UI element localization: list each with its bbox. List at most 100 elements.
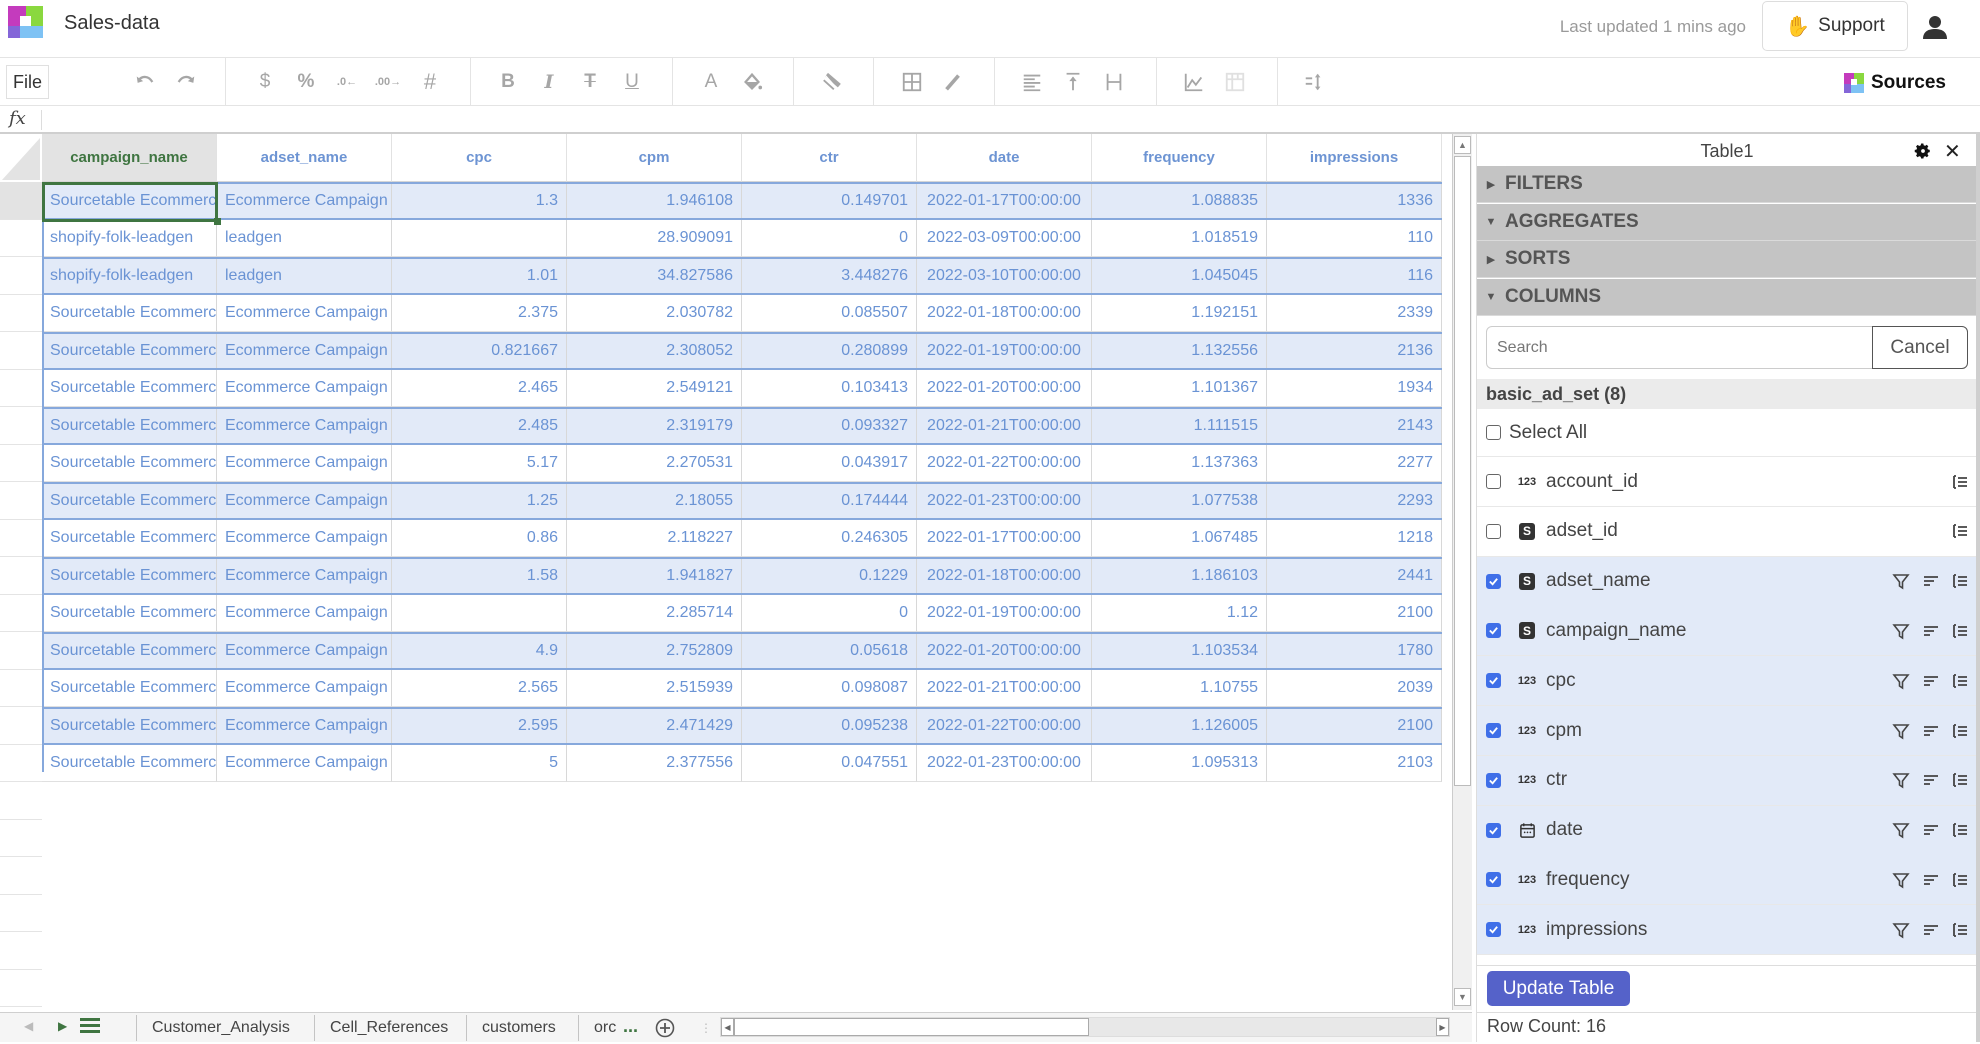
cell-adset-name[interactable]: Ecommerce Campaign (217, 184, 392, 218)
sort-lines-icon[interactable] (1922, 572, 1940, 590)
cell-frequency[interactable]: 1.045045 (1092, 259, 1267, 293)
column-checkbox[interactable] (1486, 822, 1501, 838)
column-checkbox[interactable] (1486, 523, 1501, 539)
cell-cpm[interactable]: 1.946108 (567, 184, 742, 218)
row-header[interactable] (0, 932, 42, 970)
vertical-scroll-thumb[interactable] (1454, 156, 1471, 786)
horizontal-scrollbar[interactable]: ◀ ▶ (720, 1017, 1450, 1037)
column-header-date[interactable]: date (917, 134, 1092, 182)
cell-frequency[interactable]: 1.186103 (1092, 559, 1267, 593)
cell-date[interactable]: 2022-03-09T00:00:00 (917, 219, 1092, 257)
row-header[interactable] (0, 257, 42, 295)
cell-ctr[interactable]: 0.149701 (742, 184, 917, 218)
column-details-icon[interactable] (1951, 622, 1969, 640)
cancel-search-button[interactable]: Cancel (1872, 326, 1968, 369)
cell-cpm[interactable]: 2.18055 (567, 484, 742, 518)
column-details-icon[interactable] (1951, 921, 1969, 939)
vertical-scrollbar[interactable]: ▲ ▼ (1452, 134, 1472, 1010)
cell-adset-name[interactable]: leadgen (217, 219, 392, 257)
increase-decimal-icon[interactable]: .00→ (374, 68, 402, 96)
cell-cpc[interactable]: 1.58 (392, 559, 567, 593)
cell-impressions[interactable]: 2103 (1267, 744, 1442, 782)
filter-icon[interactable] (1892, 821, 1910, 839)
cell-ctr[interactable]: 0.174444 (742, 484, 917, 518)
cell-impressions[interactable]: 1336 (1267, 184, 1442, 218)
cell-impressions[interactable]: 2136 (1267, 334, 1442, 368)
cell-ctr[interactable]: 0.095238 (742, 709, 917, 743)
cell-campaign-name[interactable]: Sourcetable Ecommerce (42, 334, 217, 368)
cell-ctr[interactable]: 0.05618 (742, 634, 917, 668)
prev-sheet-icon[interactable]: ◀ (24, 1019, 33, 1033)
row-header[interactable] (0, 819, 42, 857)
cell-adset-name[interactable]: Ecommerce Campaign (217, 294, 392, 332)
scroll-down-button[interactable]: ▼ (1454, 988, 1471, 1006)
column-search-input[interactable] (1487, 327, 1871, 368)
cell-date[interactable]: 2022-01-23T00:00:00 (917, 484, 1092, 518)
cell-impressions[interactable]: 2100 (1267, 709, 1442, 743)
filter-icon[interactable] (1892, 572, 1910, 590)
add-sheet-icon[interactable] (654, 1017, 676, 1039)
cell-campaign-name[interactable]: Sourcetable Ecommerce (42, 559, 217, 593)
cell-cpm[interactable]: 2.270531 (567, 444, 742, 482)
cell-impressions[interactable]: 2293 (1267, 484, 1442, 518)
cell-impressions[interactable]: 2277 (1267, 444, 1442, 482)
column-item-adset-name[interactable]: Sadset_name (1477, 556, 1977, 607)
cell-ctr[interactable]: 0.047551 (742, 744, 917, 782)
cell-date[interactable]: 2022-01-19T00:00:00 (917, 334, 1092, 368)
sheet-tab[interactable]: Cell_References (314, 1015, 463, 1041)
borders-icon[interactable] (898, 68, 926, 96)
horizontal-scroll-thumb[interactable] (734, 1018, 1089, 1036)
sort-lines-icon[interactable] (1922, 821, 1940, 839)
column-item-impressions[interactable]: 123 impressions (1477, 905, 1977, 956)
gear-icon[interactable] (1914, 142, 1932, 160)
cell-date[interactable]: 2022-01-17T00:00:00 (917, 184, 1092, 218)
cell-cpc[interactable]: 2.375 (392, 294, 567, 332)
cell-ctr[interactable]: 0.093327 (742, 409, 917, 443)
column-item-cpm[interactable]: 123 cpm (1477, 706, 1977, 756)
cell-ctr[interactable]: 0.043917 (742, 444, 917, 482)
cell-frequency[interactable]: 1.088835 (1092, 184, 1267, 218)
column-header-adset-name[interactable]: adset_name (217, 134, 392, 182)
column-item-frequency[interactable]: 123 frequency (1477, 855, 1977, 906)
text-color-icon[interactable]: A (697, 68, 725, 96)
user-account-icon[interactable] (1922, 14, 1948, 40)
row-header[interactable] (0, 894, 42, 932)
row-header[interactable] (0, 1007, 42, 1010)
cell-cpm[interactable]: 28.909091 (567, 219, 742, 257)
cell-campaign-name[interactable]: shopify-folk-leadgen (42, 219, 217, 257)
fill-handle[interactable] (214, 218, 221, 225)
cell-cpm[interactable]: 34.827586 (567, 259, 742, 293)
column-header-impressions[interactable]: impressions (1267, 134, 1442, 182)
decrease-decimal-icon[interactable]: .0← (333, 68, 361, 96)
cell-cpm[interactable]: 1.941827 (567, 559, 742, 593)
cell-cpc[interactable]: 0.86 (392, 519, 567, 557)
select-all-checkbox[interactable] (1486, 425, 1501, 440)
cell-cpm[interactable]: 2.515939 (567, 669, 742, 707)
filter-icon[interactable] (1892, 771, 1910, 789)
section-sorts[interactable]: ▶ SORTS (1477, 241, 1977, 278)
sources-button[interactable]: Sources (1844, 70, 1946, 96)
cell-cpc[interactable]: 1.25 (392, 484, 567, 518)
cell-adset-name[interactable]: Ecommerce Campaign (217, 669, 392, 707)
row-header[interactable] (0, 407, 42, 445)
cell-ctr[interactable]: 0 (742, 219, 917, 257)
bold-icon[interactable]: B (494, 68, 522, 96)
cell-adset-name[interactable]: Ecommerce Campaign (217, 484, 392, 518)
cell-ctr[interactable]: 0.098087 (742, 669, 917, 707)
row-header[interactable] (0, 369, 42, 407)
number-format-icon[interactable]: # (416, 68, 444, 96)
cell-adset-name[interactable]: Ecommerce Campaign (217, 709, 392, 743)
row-header[interactable] (0, 519, 42, 557)
cell-cpm[interactable]: 2.752809 (567, 634, 742, 668)
column-details-icon[interactable] (1951, 522, 1969, 540)
cell-impressions[interactable]: 2100 (1267, 594, 1442, 632)
currency-icon[interactable]: $ (251, 68, 279, 96)
cell-date[interactable]: 2022-01-20T00:00:00 (917, 634, 1092, 668)
cell-campaign-name[interactable]: Sourcetable Ecommerce (42, 369, 217, 407)
cell-cpc[interactable]: 2.595 (392, 709, 567, 743)
cell-frequency[interactable]: 1.10755 (1092, 669, 1267, 707)
column-item-cpc[interactable]: 123 cpc (1477, 656, 1977, 707)
cell-impressions[interactable]: 1218 (1267, 519, 1442, 557)
row-header[interactable] (0, 557, 42, 595)
sort-lines-icon[interactable] (1922, 672, 1940, 690)
